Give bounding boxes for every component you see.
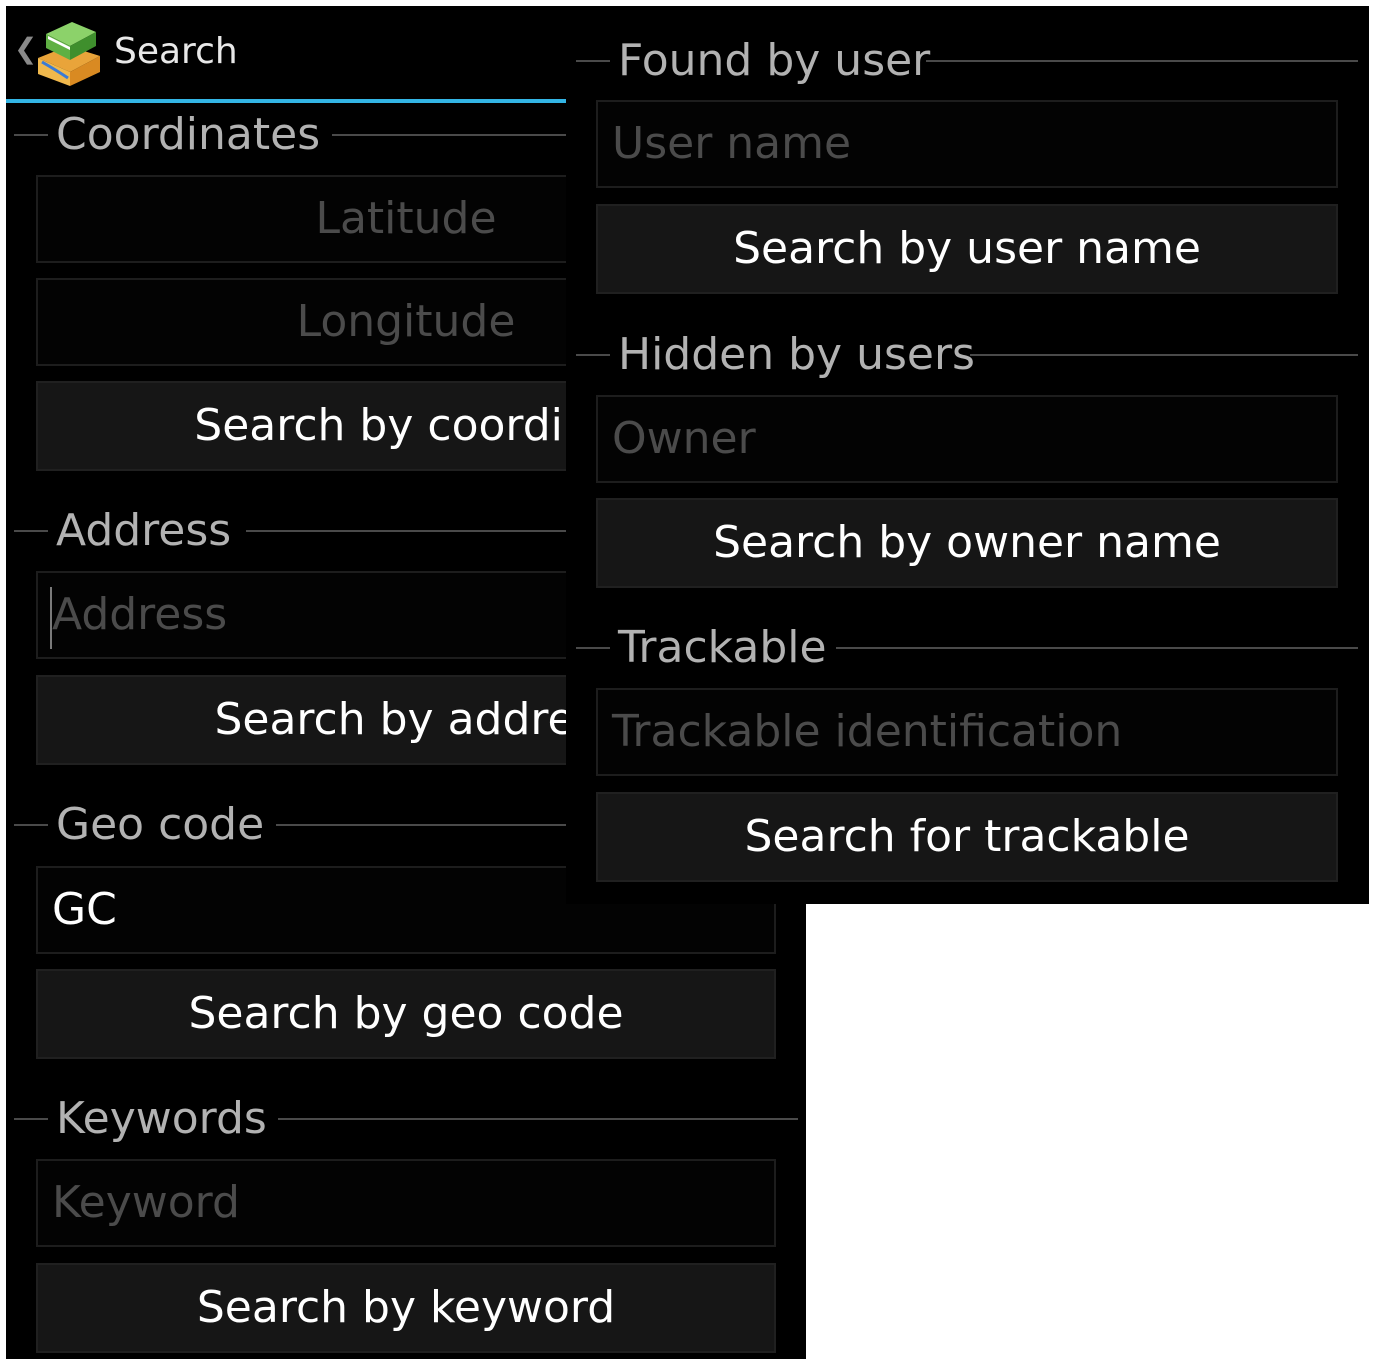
section-header-hidden-by-users: Hidden by users — [576, 326, 1358, 386]
address-placeholder: Address — [52, 589, 228, 640]
header-rule — [576, 647, 610, 649]
header-rule — [970, 354, 1358, 356]
header-rule — [576, 354, 610, 356]
header-rule — [576, 60, 610, 62]
search-by-owner-name-button[interactable]: Search by owner name — [596, 498, 1338, 588]
header-rule — [278, 1118, 798, 1120]
section-title: Coordinates — [56, 109, 321, 160]
action-bar-title: Search — [114, 31, 238, 72]
section-header-keywords: Keywords — [14, 1090, 798, 1150]
section-title: Address — [56, 505, 232, 556]
header-rule — [14, 1118, 48, 1120]
search-by-user-name-button[interactable]: Search by user name — [596, 204, 1338, 294]
section-title: Trackable — [618, 622, 827, 673]
header-rule — [14, 824, 48, 826]
user-name-placeholder: User name — [612, 118, 852, 169]
keyword-placeholder: Keyword — [52, 1177, 240, 1228]
header-rule — [926, 60, 1358, 62]
section-header-trackable: Trackable — [576, 619, 1358, 679]
search-by-keyword-button[interactable]: Search by keyword — [36, 1263, 776, 1353]
keyword-field[interactable]: Keyword — [36, 1159, 776, 1247]
user-name-field[interactable]: User name — [596, 100, 1338, 188]
section-title: Hidden by users — [618, 329, 975, 380]
search-by-geocode-button[interactable]: Search by geo code — [36, 969, 776, 1059]
geocode-value: GC — [52, 884, 117, 935]
owner-field[interactable]: Owner — [596, 395, 1338, 483]
header-rule — [14, 530, 48, 532]
app-logo-icon[interactable] — [32, 16, 104, 88]
header-rule — [14, 134, 48, 136]
trackable-id-placeholder: Trackable identification — [612, 706, 1123, 757]
section-title: Found by user — [618, 35, 931, 86]
trackable-id-field[interactable]: Trackable identification — [596, 688, 1338, 776]
right-screen: Found by user User name Search by user n… — [566, 6, 1369, 904]
section-title: Keywords — [56, 1093, 267, 1144]
section-title: Geo code — [56, 799, 265, 850]
search-for-trackable-button[interactable]: Search for trackable — [596, 792, 1338, 882]
section-header-found-by-user: Found by user — [576, 32, 1358, 92]
header-rule — [836, 647, 1358, 649]
owner-placeholder: Owner — [612, 413, 756, 464]
